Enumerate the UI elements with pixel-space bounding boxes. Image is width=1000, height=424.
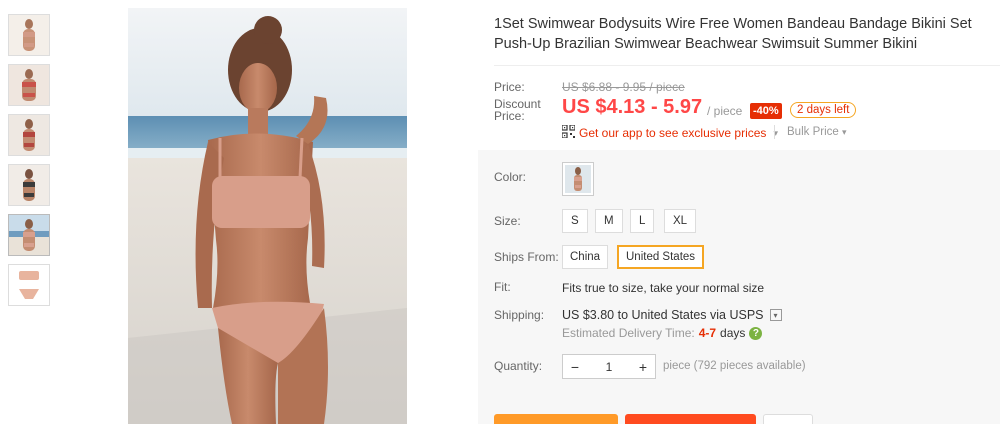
per-piece-unit: / piece [707, 104, 743, 118]
delivery-label: Estimated Delivery Time: [562, 326, 695, 340]
thumbnail-3[interactable] [8, 114, 50, 156]
fit-text: Fits true to size, take your normal size [562, 281, 765, 295]
size-label: Size: [494, 214, 521, 228]
delivery-unit: days [720, 326, 746, 340]
size-option-m[interactable]: M [595, 209, 623, 233]
divider [494, 65, 1000, 66]
bulk-price-dropdown[interactable]: Bulk Price ▾ [787, 126, 847, 138]
ships-from-united-states[interactable]: United States [617, 245, 705, 269]
add-to-cart-button[interactable] [625, 414, 756, 424]
discount-badge: -40% [750, 103, 782, 119]
discount-price-label-line2: Price: [494, 109, 525, 123]
app-promo-link[interactable]: Get our app to see exclusive prices ▾ [561, 124, 778, 141]
bulk-price-label: Bulk Price [787, 126, 839, 138]
shipping-label: Shipping: [494, 308, 545, 322]
quantity-increase-button[interactable]: + [631, 355, 655, 378]
qr-code-icon [561, 124, 576, 141]
buy-now-button[interactable] [494, 414, 618, 424]
color-label: Color: [494, 170, 527, 184]
thumbnail-4[interactable] [8, 164, 50, 206]
original-price: US $6.88 - 9.95 / piece [562, 80, 685, 94]
size-option-s[interactable]: S [562, 209, 588, 233]
question-icon[interactable]: ? [749, 326, 763, 340]
wishlist-button[interactable] [763, 414, 813, 424]
quantity-available-note: piece (792 pieces available) [663, 360, 806, 372]
thumbnail-2[interactable] [8, 64, 50, 106]
divider [774, 125, 775, 139]
chevron-down-icon: ▾ [841, 127, 847, 137]
thumbnail-5[interactable] [8, 214, 50, 256]
days-left-badge: 2 days left [790, 102, 857, 118]
app-promo-text: Get our app to see exclusive prices [579, 126, 767, 140]
size-option-xl[interactable]: XL [664, 209, 697, 233]
discount-price: US $4.13 - 5.97 [562, 96, 703, 118]
quantity-label: Quantity: [494, 359, 543, 373]
ships-from-china[interactable]: China [562, 245, 609, 269]
quantity-input[interactable]: 1 [587, 360, 631, 374]
shipping-selector[interactable]: US $3.80 to United States via USPS ▾ [562, 308, 782, 322]
product-info: 1Set Swimwear Bodysuits Wire Free Women … [478, 0, 1000, 424]
fit-label: Fit: [494, 280, 511, 294]
product-title: 1Set Swimwear Bodysuits Wire Free Women … [494, 16, 972, 52]
main-product-image [128, 8, 407, 424]
delivery-days: 4-7 [698, 326, 717, 340]
ships-from-label: Ships From: [494, 250, 559, 264]
thumbnail-6[interactable] [8, 264, 50, 306]
price-label: Price: [494, 80, 525, 94]
quantity-decrease-button[interactable]: − [563, 355, 587, 378]
color-swatch[interactable] [562, 162, 594, 196]
chevron-down-icon: ▾ [769, 309, 782, 321]
size-option-l[interactable]: L [630, 209, 655, 233]
thumbnail-list [8, 14, 52, 314]
thumbnail-1[interactable] [8, 14, 50, 56]
quantity-stepper: − 1 + [562, 354, 656, 379]
delivery-estimate: Estimated Delivery Time: 4-7 days ? [562, 326, 763, 340]
shipping-text: US $3.80 to United States via USPS [562, 308, 764, 322]
